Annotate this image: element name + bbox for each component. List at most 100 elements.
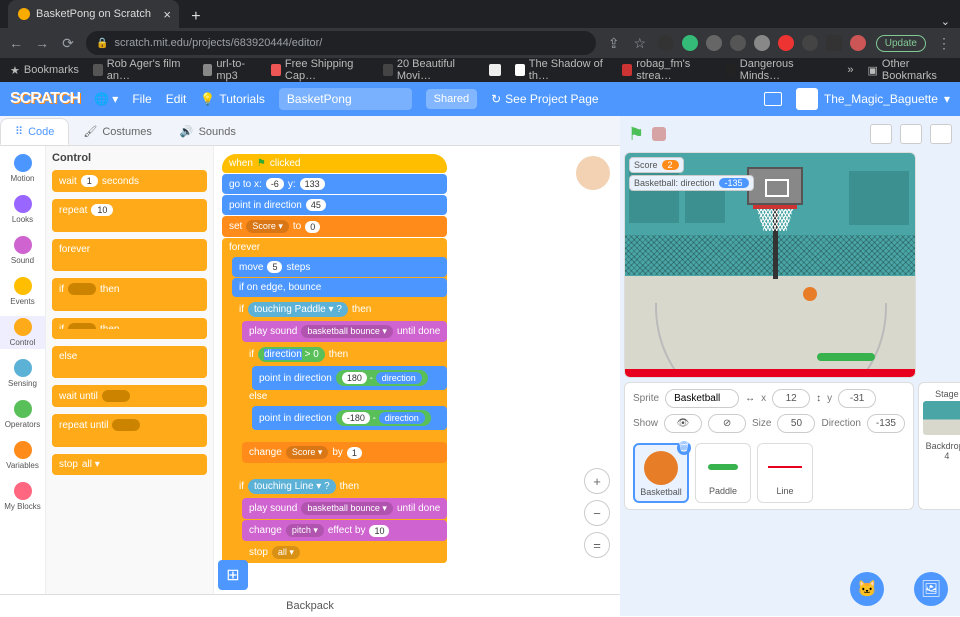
- bookmark[interactable]: robag_fm's strea…: [622, 58, 712, 82]
- gt-reporter[interactable]: direction > 0: [258, 347, 325, 362]
- ext-icon[interactable]: [778, 35, 794, 51]
- costumes-tab[interactable]: 🖌Costumes: [69, 118, 166, 145]
- back-icon[interactable]: ←: [8, 35, 24, 51]
- size-input[interactable]: 50: [777, 414, 815, 433]
- stage[interactable]: Score2 Basketball: direction-135: [624, 152, 916, 378]
- set-var-block[interactable]: setScore ▾to0: [222, 216, 447, 237]
- minus-reporter[interactable]: 180 - direction: [336, 370, 428, 386]
- x-input[interactable]: 12: [772, 389, 810, 408]
- edge-bounce-block[interactable]: if on edge, bounce: [232, 278, 447, 297]
- browser-tab[interactable]: BasketPong on Scratch ×: [8, 0, 179, 28]
- wait-until-block[interactable]: wait until: [52, 385, 207, 407]
- language-menu[interactable]: 🌐 ▾: [94, 92, 118, 106]
- stage-panel[interactable]: Stage Backdrops 4: [918, 382, 960, 510]
- ext-icon[interactable]: [802, 35, 818, 51]
- bookmark[interactable]: The Shadow of th…: [515, 58, 608, 82]
- close-tab-icon[interactable]: ×: [163, 7, 171, 22]
- forward-icon[interactable]: →: [34, 35, 50, 51]
- repeat-until-block[interactable]: repeat until: [52, 414, 207, 447]
- if-else-block[interactable]: ifthen: [52, 318, 207, 339]
- add-backdrop-button[interactable]: 🖼: [914, 572, 948, 606]
- play-sound-block[interactable]: play soundbasketball bounce ▾until done: [242, 321, 447, 342]
- if-block[interactable]: iftouching Line ▾ ?then play soundbasket…: [232, 475, 447, 563]
- point-direction-block[interactable]: point in direction45: [222, 195, 447, 215]
- category-sensing[interactable]: Sensing: [0, 357, 45, 390]
- if-else-block-else[interactable]: else: [52, 346, 207, 378]
- point-direction-block[interactable]: point in direction180 - direction: [252, 366, 447, 390]
- bookmark[interactable]: [489, 64, 501, 76]
- star-icon[interactable]: ☆: [632, 35, 648, 52]
- repeat-block[interactable]: repeat10: [52, 199, 207, 232]
- minus-reporter[interactable]: -180 - direction: [336, 410, 431, 426]
- move-block[interactable]: move5steps: [232, 257, 447, 277]
- delete-sprite-icon[interactable]: 🗑: [677, 441, 691, 455]
- add-sprite-button[interactable]: 🐱: [850, 572, 884, 606]
- add-extension-button[interactable]: ⊞: [218, 560, 248, 590]
- edit-menu[interactable]: Edit: [166, 92, 187, 106]
- ext-icon[interactable]: [658, 35, 674, 51]
- address-bar[interactable]: 🔒 scratch.mit.edu/projects/683920444/edi…: [86, 31, 596, 55]
- see-project-page[interactable]: ↻See Project Page: [491, 92, 598, 106]
- reload-icon[interactable]: ⟳: [60, 35, 76, 52]
- bookmark[interactable]: ★Bookmarks: [10, 64, 79, 77]
- ext-icon[interactable]: [682, 35, 698, 51]
- profile-avatar[interactable]: [850, 35, 866, 51]
- green-flag-button[interactable]: ⚑: [628, 124, 644, 145]
- stop-block[interactable]: stopall ▾: [242, 542, 447, 563]
- wait-block[interactable]: wait1seconds: [52, 170, 207, 192]
- category-control[interactable]: Control: [0, 316, 45, 349]
- touching-reporter[interactable]: touching Line ▾ ?: [248, 479, 336, 494]
- share-icon[interactable]: ⇪: [606, 35, 622, 52]
- category-operators[interactable]: Operators: [0, 398, 45, 431]
- ext-icon[interactable]: [706, 35, 722, 51]
- ext-icon[interactable]: [754, 35, 770, 51]
- workspace[interactable]: when⚑clicked go to x:-6y:133 point in di…: [214, 146, 620, 594]
- category-motion[interactable]: Motion: [0, 152, 45, 185]
- hat-block[interactable]: when⚑clicked: [222, 154, 447, 173]
- direction-monitor[interactable]: Basketball: direction-135: [629, 175, 754, 191]
- backpack[interactable]: Backpack: [0, 594, 620, 616]
- y-input[interactable]: -31: [838, 389, 876, 408]
- bookmark[interactable]: url-to-mp3: [203, 58, 258, 82]
- stop-block[interactable]: stopall ▾: [52, 454, 207, 475]
- ext-icon[interactable]: [826, 35, 842, 51]
- forever-block[interactable]: forever: [52, 239, 207, 271]
- file-menu[interactable]: File: [132, 92, 151, 106]
- hide-button[interactable]: ⊘: [708, 414, 746, 433]
- ext-icon[interactable]: [730, 35, 746, 51]
- sprite-name-input[interactable]: [665, 389, 739, 408]
- if-else-block[interactable]: ifdirection > 0then point in direction18…: [242, 343, 447, 441]
- new-tab-button[interactable]: +: [185, 6, 207, 28]
- code-tab[interactable]: ⠿Code: [0, 118, 69, 145]
- category-events[interactable]: Events: [0, 275, 45, 308]
- my-stuff-icon[interactable]: [764, 92, 782, 106]
- category-sound[interactable]: Sound: [0, 234, 45, 267]
- bookmark[interactable]: Free Shipping Cap…: [271, 58, 369, 82]
- stop-button[interactable]: [652, 127, 666, 141]
- category-my-blocks[interactable]: My Blocks: [0, 480, 45, 513]
- other-bookmarks[interactable]: ▣Other Bookmarks: [868, 58, 951, 82]
- category-variables[interactable]: Variables: [0, 439, 45, 472]
- project-name-input[interactable]: BasketPong: [279, 88, 412, 110]
- update-button[interactable]: Update: [876, 35, 926, 52]
- direction-input[interactable]: -135: [867, 414, 905, 433]
- bookmark-overflow[interactable]: »: [847, 64, 853, 76]
- if-block[interactable]: ifthen: [52, 278, 207, 311]
- category-looks[interactable]: Looks: [0, 193, 45, 226]
- bookmark[interactable]: Dangerous Minds…: [726, 58, 819, 82]
- score-monitor[interactable]: Score2: [629, 157, 684, 173]
- fullscreen-button[interactable]: [930, 124, 952, 144]
- touching-reporter[interactable]: touching Paddle ▾ ?: [248, 302, 348, 317]
- tab-menu-chevron-icon[interactable]: ⌄: [941, 15, 950, 28]
- change-effect-block[interactable]: changepitch ▾effect by10: [242, 520, 447, 541]
- scratch-logo[interactable]: SCRATCH: [10, 90, 80, 108]
- show-button[interactable]: 👁: [664, 414, 702, 433]
- sounds-tab[interactable]: 🔊Sounds: [166, 118, 250, 145]
- change-var-block[interactable]: changeScore ▾by1: [242, 442, 447, 463]
- account-menu[interactable]: The_Magic_Baguette ▾: [796, 88, 950, 110]
- zoom-out-button[interactable]: −: [584, 500, 610, 526]
- goto-block[interactable]: go to x:-6y:133: [222, 174, 447, 194]
- point-direction-block[interactable]: point in direction-180 - direction: [252, 406, 447, 430]
- sprite-card-line[interactable]: Line: [757, 443, 813, 503]
- bookmark[interactable]: Rob Ager's film an…: [93, 58, 189, 82]
